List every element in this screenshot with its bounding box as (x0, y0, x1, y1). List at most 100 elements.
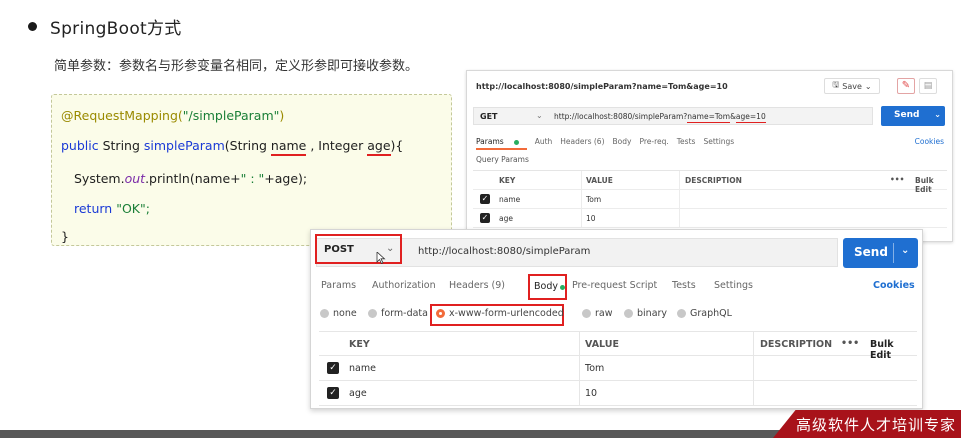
postman-post-window: http://localhost:8080/simpleParam POST ⌄… (310, 229, 923, 409)
header-description: DESCRIPTION (760, 339, 833, 350)
row-value[interactable]: 10 (586, 214, 596, 223)
radio-raw[interactable]: raw (582, 308, 613, 319)
row-checkbox[interactable]: ✓ (327, 387, 339, 399)
header-key: KEY (349, 339, 370, 350)
tab-settings[interactable]: Settings (703, 137, 734, 146)
tab-params[interactable]: Params (476, 137, 527, 150)
println-out: out (124, 171, 146, 186)
save-button[interactable]: 🖫 Save ⌄ (824, 78, 880, 94)
send-label: Send (894, 110, 920, 120)
table-row: ✓ name Tom (473, 190, 947, 209)
tab-params-label: Params (476, 137, 504, 146)
tab-body[interactable]: Body (528, 274, 567, 300)
annotation-close: ) (279, 108, 285, 123)
url-name-param: name=Tom (687, 112, 731, 123)
println-str: " : " (240, 171, 265, 186)
send-button[interactable]: Send ⌄ (843, 238, 918, 268)
row-key[interactable]: age (499, 214, 513, 223)
radio-circle-icon (677, 309, 686, 318)
method-select[interactable]: GET (480, 112, 498, 121)
radio-none[interactable]: none (320, 308, 357, 319)
send-label: Send (854, 245, 888, 259)
row-value[interactable]: Tom (585, 363, 604, 374)
row-checkbox[interactable]: ✓ (480, 213, 490, 223)
signature-mid: , Integer (306, 138, 368, 153)
radio-circle-icon (624, 309, 633, 318)
tab-tests[interactable]: Tests (672, 280, 696, 291)
tab-tests[interactable]: Tests (677, 137, 696, 146)
code-line-println: System.out.println(name+" : "+age); (74, 171, 307, 186)
footer-brand-text: 高级软件人才培训专家 (796, 416, 957, 434)
radio-graphql[interactable]: GraphQL (677, 308, 732, 319)
tab-prereq[interactable]: Pre-req. (639, 137, 668, 146)
tab-auth[interactable]: Auth (535, 137, 553, 146)
more-options-icon[interactable]: ••• (890, 175, 904, 184)
radio-form-data[interactable]: form-data (368, 308, 428, 319)
get-url-bar: GET ⌄ http://localhost:8080/simpleParam?… (473, 107, 873, 125)
table-header-row: KEY VALUE DESCRIPTION ••• Bulk Edit (319, 331, 917, 361)
url-input[interactable]: http://localhost:8080/simpleParam (418, 246, 590, 257)
more-options-icon[interactable]: ••• (841, 338, 859, 349)
mapping-path: "/simpleParam" (182, 108, 280, 123)
cookies-link[interactable]: Cookies (915, 137, 944, 146)
row-key[interactable]: name (349, 363, 376, 374)
code-line-annotation: @RequestMapping("/simpleParam") (61, 108, 284, 123)
tab-body[interactable]: Body (613, 137, 632, 146)
chevron-down-icon: ⌄ (386, 243, 395, 254)
radio-circle-icon (320, 309, 329, 318)
url-prefix: http://localhost:8080/simpleParam? (554, 112, 688, 121)
radio-label: none (333, 308, 357, 319)
cookies-link[interactable]: Cookies (873, 280, 915, 291)
radio-label: raw (595, 308, 613, 319)
table-row: ✓ age 10 (473, 209, 947, 228)
code-line-return: return "OK"; (74, 201, 150, 216)
code-line-closing: } (61, 229, 69, 244)
bullet-dot (28, 22, 37, 31)
row-checkbox[interactable]: ✓ (480, 194, 490, 204)
row-key[interactable]: age (349, 388, 367, 399)
println-end: +age); (264, 171, 308, 186)
radio-selected-icon (436, 309, 445, 318)
header-value: VALUE (586, 176, 613, 185)
radio-binary[interactable]: binary (624, 308, 667, 319)
mouse-cursor-icon (376, 252, 386, 264)
header-value: VALUE (585, 339, 619, 350)
param-age: age (367, 138, 391, 156)
row-checkbox[interactable]: ✓ (327, 362, 339, 374)
chevron-down-icon[interactable]: ⌄ (901, 245, 909, 256)
radio-label: x-www-form-urlencoded (449, 308, 564, 319)
radio-circle-icon (368, 309, 377, 318)
method-name: simpleParam (143, 138, 225, 153)
code-line-signature: public String simpleParam(String name , … (61, 138, 404, 156)
signature-open: (String (224, 138, 271, 153)
code-snippet: @RequestMapping("/simpleParam") public S… (51, 94, 452, 246)
tab-headers[interactable]: Headers (6) (560, 137, 604, 146)
row-value[interactable]: Tom (586, 195, 601, 204)
chevron-down-icon[interactable]: ⌄ (934, 110, 941, 119)
request-tabs: Params Auth Headers (6) Body Pre-req. Tests Se… (476, 137, 946, 150)
url-age-param: age=10 (735, 112, 766, 123)
signature-close: ){ (390, 138, 404, 153)
url-input[interactable]: http://localhost:8080/simpleParam?name=T… (554, 112, 766, 123)
slide-description: 简单参数：参数名与形参变量名相同，定义形参即可接收参数。 (54, 59, 419, 74)
method-select[interactable]: POST ⌄ (315, 234, 402, 264)
document-icon[interactable]: ▤ (919, 78, 937, 94)
tab-authorization[interactable]: Authorization (372, 280, 436, 291)
table-row: ✓ age 10 (319, 381, 917, 406)
keyword-public: public (61, 138, 99, 153)
row-key[interactable]: name (499, 195, 520, 204)
chevron-down-icon[interactable]: ⌄ (536, 111, 543, 120)
tab-params[interactable]: Params (321, 280, 356, 291)
params-table: KEY VALUE DESCRIPTION ••• Bulk Edit ✓ na… (473, 170, 947, 228)
tab-headers[interactable]: Headers (9) (449, 280, 505, 291)
send-button[interactable]: Send ⌄ (881, 106, 945, 126)
tab-prerequest-script[interactable]: Pre-request Script (572, 280, 657, 291)
row-value[interactable]: 10 (585, 388, 597, 399)
body-params-table: KEY VALUE DESCRIPTION ••• Bulk Edit ✓ na… (319, 331, 917, 406)
tab-settings[interactable]: Settings (714, 280, 753, 291)
radio-urlencoded[interactable]: x-www-form-urlencoded (436, 308, 564, 319)
radio-label: GraphQL (690, 308, 732, 319)
edit-icon[interactable]: ✎ (897, 78, 915, 94)
table-header-row: KEY VALUE DESCRIPTION ••• Bulk Edit (473, 171, 947, 194)
keyword-return: return (74, 201, 113, 216)
